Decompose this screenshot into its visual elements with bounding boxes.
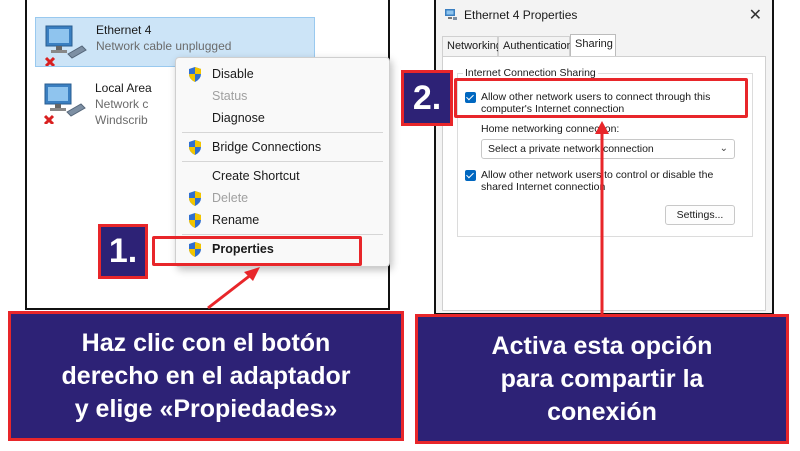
menu-item-bridge-connections[interactable]: Bridge Connections [176, 136, 389, 158]
shield-icon [189, 191, 201, 206]
menu-item-label: Create Shortcut [212, 169, 300, 183]
home-networking-select[interactable]: Select a private network connection ⌄ [481, 139, 735, 159]
select-value: Select a private network connection [488, 143, 654, 155]
tab-authentication[interactable]: Authentication [498, 36, 573, 56]
tab-sharing[interactable]: Sharing [570, 34, 616, 57]
network-adapter-icon [445, 9, 457, 20]
caption-line: Haz clic con el botón [81, 328, 331, 357]
menu-item-rename[interactable]: Rename [176, 209, 389, 231]
close-icon[interactable]: ✕ [749, 5, 762, 25]
caption-right: Activa esta opción para compartir la con… [415, 314, 789, 444]
tab-networking[interactable]: Networking [442, 36, 502, 56]
dialog-title-bar: Ethernet 4 Properties ✕ [436, 0, 772, 30]
adapter-device: Windscrib [95, 113, 148, 127]
menu-separator [182, 132, 383, 133]
menu-item-delete: Delete [176, 187, 389, 209]
properties-highlight [152, 236, 362, 266]
adapter-name: Ethernet 4 [96, 23, 152, 37]
label-line: shared Internet connection [481, 181, 606, 193]
adapter-name: Local Area [95, 81, 152, 95]
dialog-title: Ethernet 4 Properties [464, 8, 578, 22]
menu-item-label: Rename [212, 213, 260, 227]
properties-dialog: Ethernet 4 Properties ✕ Networking Authe… [434, 0, 774, 315]
menu-separator [182, 161, 383, 162]
caption-line: y elige «Propiedades» [74, 394, 338, 423]
menu-item-disable[interactable]: Disable [176, 63, 389, 85]
label-line: Allow other network users to control or … [481, 169, 714, 181]
caption-left: Haz clic con el botón derecho en el adap… [8, 311, 404, 441]
allow-control-checkbox[interactable] [465, 170, 476, 181]
settings-button[interactable]: Settings... [665, 205, 735, 225]
allow-share-highlight [454, 78, 748, 118]
caption-line: Activa esta opción [491, 331, 713, 360]
menu-item-label: Diagnose [212, 111, 265, 125]
shield-icon [189, 140, 201, 155]
chevron-down-icon: ⌄ [719, 143, 728, 154]
menu-item-label: Delete [212, 191, 249, 205]
menu-item-label: Disable [212, 67, 254, 81]
network-adapter-icon [44, 25, 87, 66]
network-adapter-icon [43, 83, 86, 124]
caption-line: derecho en el adaptador [61, 361, 351, 390]
adapter-status: Network c [95, 97, 149, 111]
menu-item-status: Status [176, 85, 389, 107]
step-2-label: 2. [401, 70, 453, 126]
adapter-status: Network cable unplugged [96, 39, 232, 53]
adapter-local-area[interactable]: Local Area Network c Windscrib [35, 76, 155, 128]
menu-separator [182, 234, 383, 235]
menu-item-create-shortcut[interactable]: Create Shortcut [176, 165, 389, 187]
home-networking-label: Home networking connection: [481, 123, 620, 135]
step-1-label: 1. [98, 224, 148, 279]
caption-line: conexión [547, 397, 657, 426]
shield-icon [189, 213, 201, 228]
menu-item-label: Bridge Connections [212, 140, 322, 154]
shield-icon [189, 67, 201, 82]
allow-control-label: Allow other network users to control or … [481, 169, 741, 193]
menu-item-diagnose[interactable]: Diagnose [176, 107, 389, 129]
caption-line: para compartir la [500, 364, 704, 393]
menu-item-label: Status [212, 89, 248, 103]
